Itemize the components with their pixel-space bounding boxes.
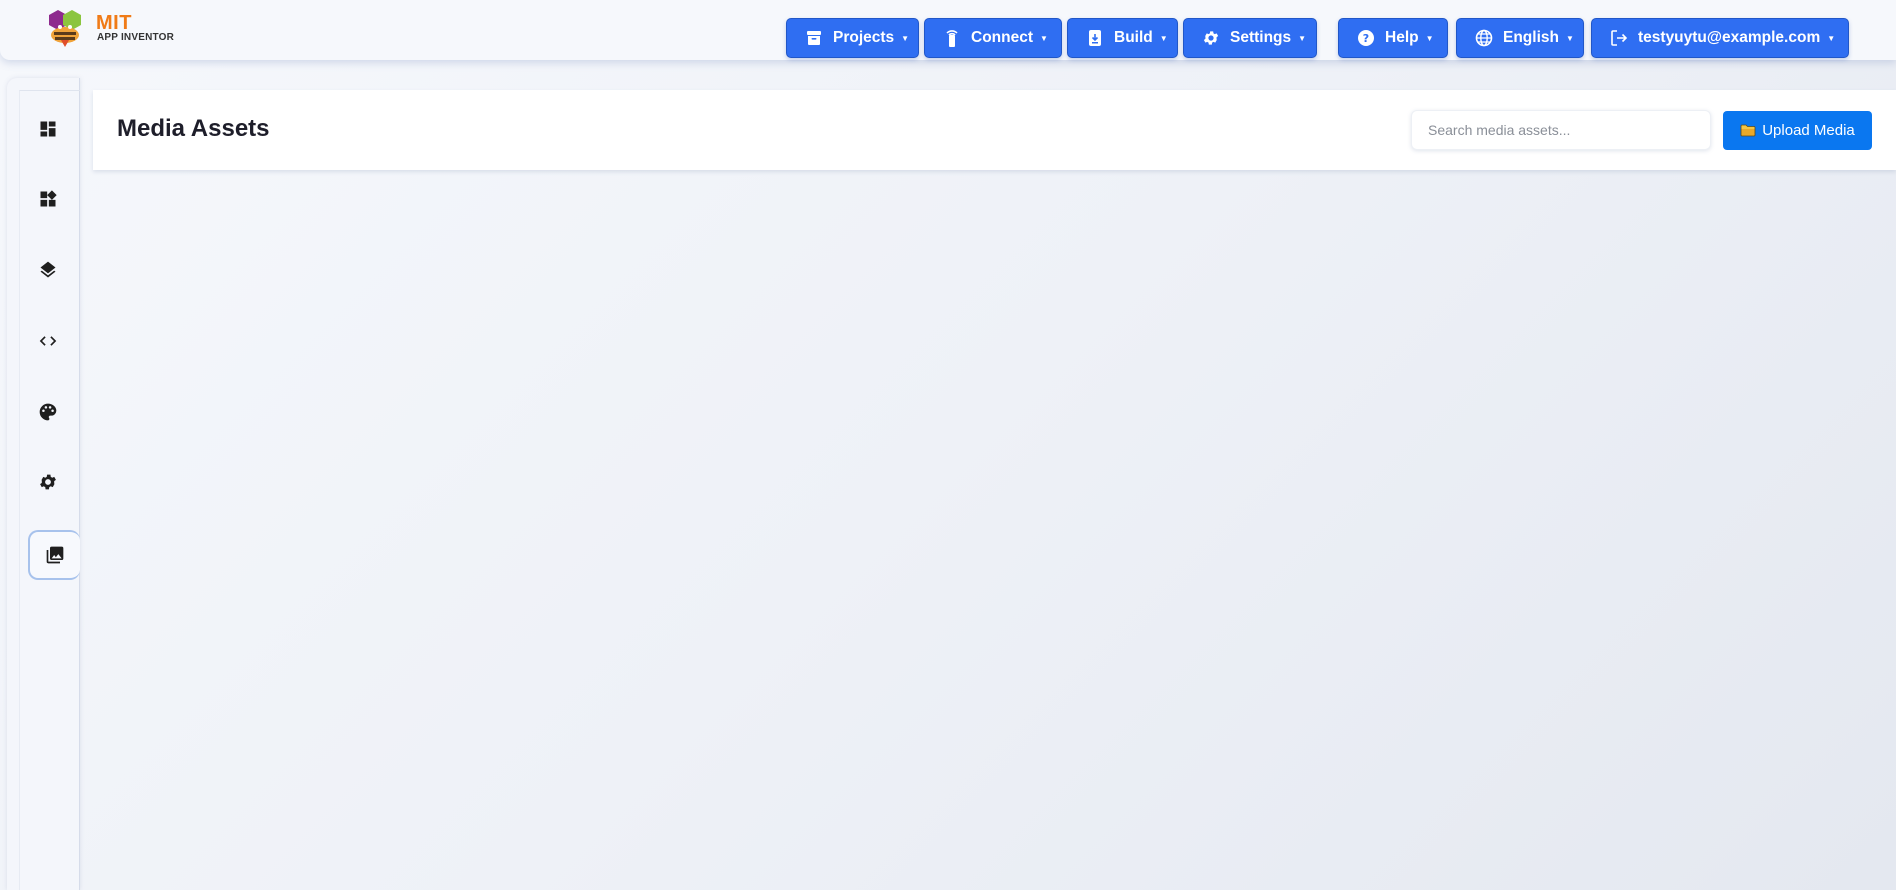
app-logo-icon bbox=[49, 10, 81, 47]
upload-media-button[interactable]: Upload Media bbox=[1723, 111, 1872, 150]
gear-icon bbox=[40, 474, 56, 490]
help-label: Help bbox=[1385, 29, 1419, 46]
connect-menu-button[interactable]: Connect ▼ bbox=[924, 18, 1062, 58]
app-logo[interactable]: MIT APP INVENTOR bbox=[46, 9, 176, 49]
settings-menu-button[interactable]: Settings ▼ bbox=[1183, 18, 1317, 58]
media-library-icon bbox=[46, 546, 64, 564]
account-email: testyuytu@example.com bbox=[1638, 29, 1821, 46]
widgets-icon bbox=[40, 190, 57, 207]
code-icon bbox=[39, 336, 57, 346]
chevron-down-icon: ▼ bbox=[1159, 33, 1168, 43]
sidebar-item-layers[interactable] bbox=[22, 244, 74, 296]
dashboard-icon bbox=[40, 121, 56, 137]
logo-subtitle: APP INVENTOR bbox=[97, 32, 175, 43]
gear-icon bbox=[1202, 29, 1220, 47]
settings-label: Settings bbox=[1230, 29, 1292, 46]
chevron-down-icon: ▼ bbox=[1425, 33, 1434, 43]
archive-icon bbox=[805, 29, 823, 47]
build-menu-button[interactable]: Build ▼ bbox=[1067, 18, 1178, 58]
logout-icon bbox=[1610, 29, 1628, 47]
build-label: Build bbox=[1114, 29, 1153, 46]
layers-icon bbox=[40, 261, 56, 278]
search-input[interactable] bbox=[1411, 110, 1711, 150]
sidebar-item-media[interactable] bbox=[28, 530, 80, 580]
chevron-down-icon: ▼ bbox=[1298, 33, 1307, 43]
sidebar-item-code[interactable] bbox=[22, 315, 74, 367]
globe-icon bbox=[1475, 29, 1493, 47]
folder-icon bbox=[1740, 124, 1756, 137]
sidebar-item-settings[interactable] bbox=[22, 456, 74, 508]
page-title: Media Assets bbox=[117, 115, 270, 142]
svg-text:?: ? bbox=[1363, 32, 1369, 45]
sidebar-item-dashboard[interactable] bbox=[22, 103, 74, 155]
palette-icon bbox=[39, 403, 57, 421]
language-label: English bbox=[1503, 29, 1559, 46]
connect-label: Connect bbox=[971, 29, 1033, 46]
sidebar-item-widgets[interactable] bbox=[22, 173, 74, 225]
remote-icon bbox=[943, 29, 961, 47]
chevron-down-icon: ▼ bbox=[1827, 33, 1836, 43]
build-phone-icon bbox=[1086, 29, 1104, 47]
chevron-down-icon: ▼ bbox=[901, 33, 910, 43]
chevron-down-icon: ▼ bbox=[1040, 33, 1048, 43]
upload-media-label: Upload Media bbox=[1762, 122, 1855, 139]
help-icon: ? bbox=[1357, 29, 1375, 47]
projects-label: Projects bbox=[833, 29, 895, 46]
projects-menu-button[interactable]: Projects ▼ bbox=[786, 18, 919, 58]
sidebar-item-theme[interactable] bbox=[22, 386, 74, 438]
chevron-down-icon: ▼ bbox=[1565, 33, 1574, 43]
account-menu-button[interactable]: testyuytu@example.com ▼ bbox=[1591, 18, 1849, 58]
language-menu-button[interactable]: English ▼ bbox=[1456, 18, 1584, 58]
help-menu-button[interactable]: ? Help ▼ bbox=[1338, 18, 1448, 58]
media-assets-header: Media Assets Upload Media bbox=[93, 90, 1896, 170]
top-navigation-bar: MIT APP INVENTOR Projects ▼ Connect ▼ Bu… bbox=[0, 0, 1896, 60]
